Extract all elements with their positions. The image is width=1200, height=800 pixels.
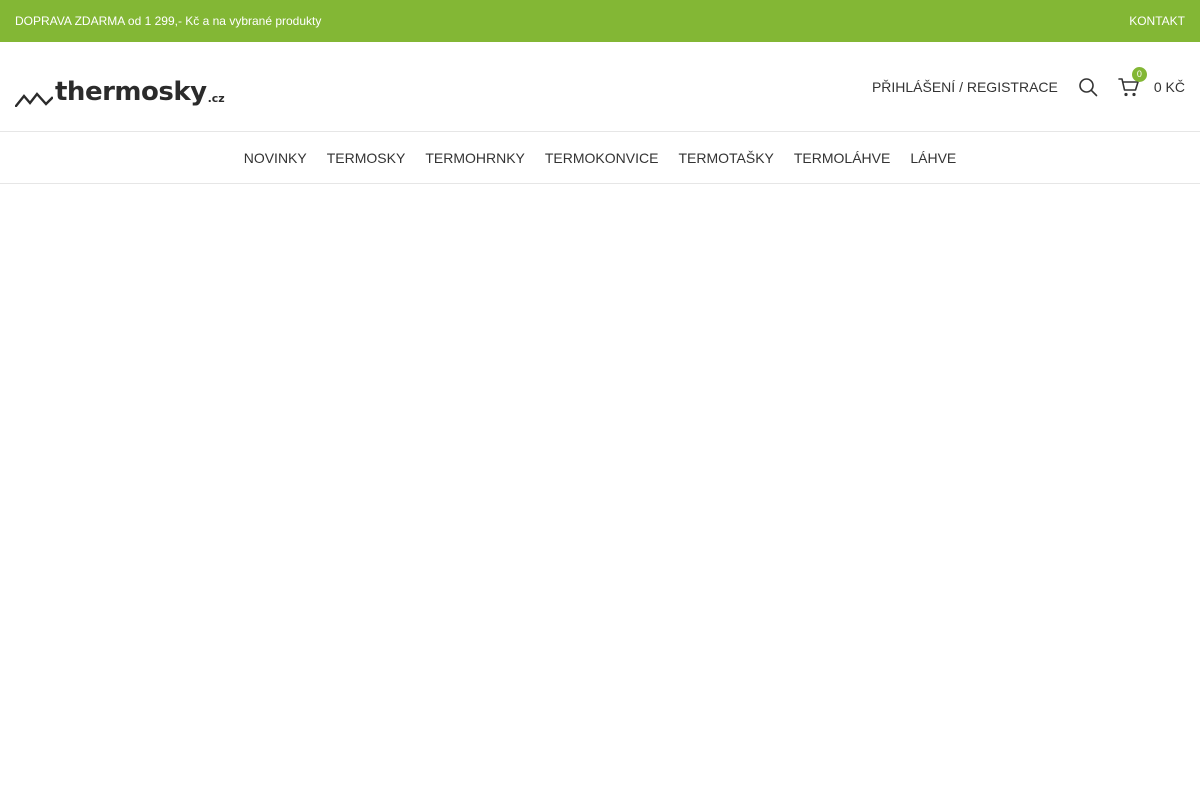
top-bar: DOPRAVA ZDARMA od 1 299,- Kč a na vybran… [0, 0, 1200, 42]
nav-item-termohrnky[interactable]: TERMOHRNKY [415, 150, 535, 166]
search-button[interactable] [1078, 77, 1098, 97]
site-logo[interactable]: thermosky .cz [15, 67, 225, 107]
header-actions: PŘIHLÁŠENÍ / REGISTRACE 0 0 KČ [872, 66, 1185, 98]
nav-item-termotasky[interactable]: TERMOTAŠKY [668, 150, 783, 166]
cart-total: 0 KČ [1153, 78, 1185, 95]
free-shipping-promo: DOPRAVA ZDARMA od 1 299,- Kč a na vybran… [15, 14, 322, 28]
nav-item-termolahve[interactable]: TERMOLÁHVE [784, 150, 900, 166]
cart-button[interactable]: 0 0 KČ [1118, 66, 1185, 98]
main-navigation: NOVINKY TERMOSKY TERMOHRNKY TERMOKONVICE… [0, 133, 1200, 184]
nav-item-termosky[interactable]: TERMOSKY [317, 150, 416, 166]
nav-item-lahve[interactable]: LÁHVE [900, 150, 966, 166]
cart-icon-wrapper: 0 [1118, 66, 1147, 98]
nav-item-novinky[interactable]: NOVINKY [234, 150, 317, 166]
logo-tld: .cz [207, 91, 225, 105]
nav-item-termokonvice[interactable]: TERMOKONVICE [535, 150, 669, 166]
contact-link[interactable]: KONTAKT [1129, 14, 1185, 28]
cart-count-badge: 0 [1131, 66, 1147, 82]
login-register-link[interactable]: PŘIHLÁŠENÍ / REGISTRACE [872, 79, 1058, 95]
site-header: thermosky .cz PŘIHLÁŠENÍ / REGISTRACE 0 … [0, 42, 1200, 132]
page-content [0, 184, 1200, 800]
mountain-logo-icon [15, 91, 53, 107]
logo-wordmark: thermosky [55, 76, 207, 107]
search-icon [1079, 77, 1098, 96]
